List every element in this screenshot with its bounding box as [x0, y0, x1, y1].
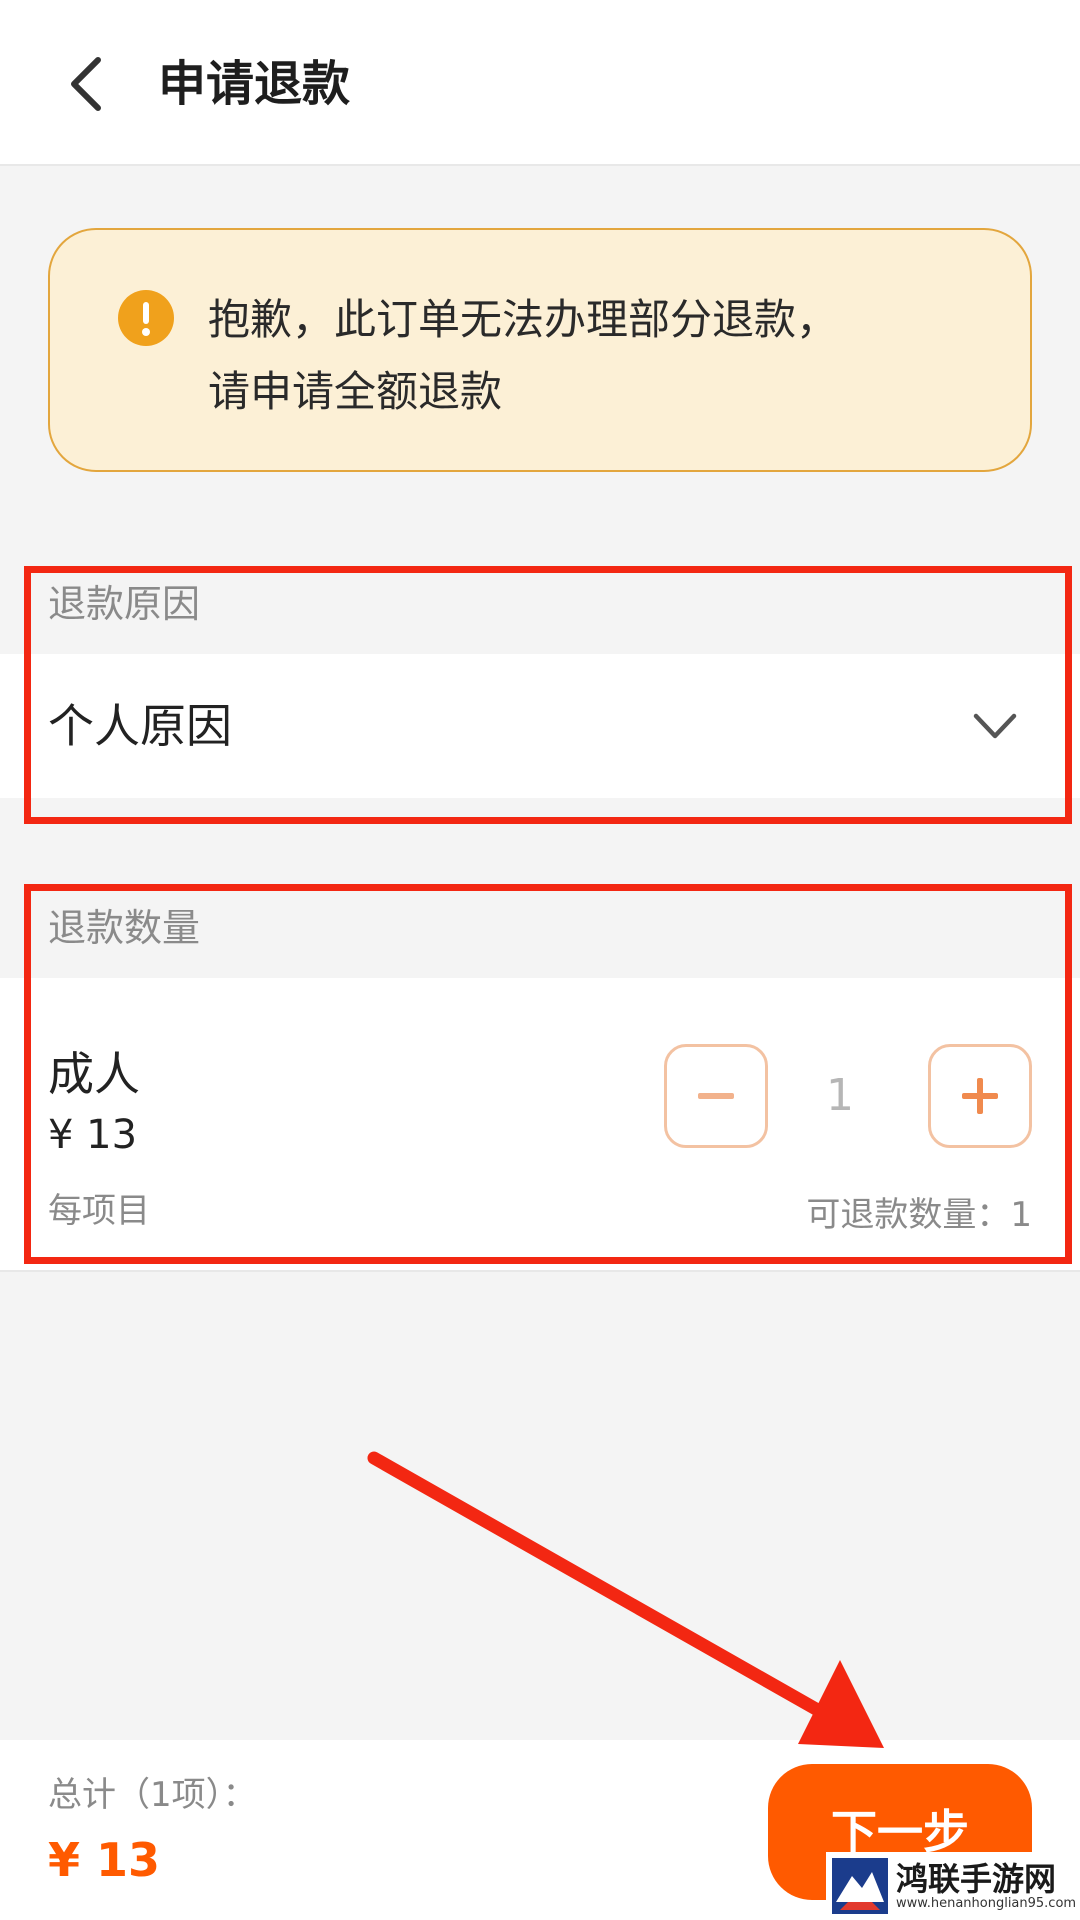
item-name: 成人 — [48, 1047, 140, 1101]
minus-icon — [698, 1093, 734, 1099]
watermark-name: 鸿联手游网 — [896, 1860, 1057, 1898]
refund-reason-value: 个人原因 — [48, 699, 232, 753]
refund-reason-label: 退款原因 — [48, 582, 201, 626]
watermark-url: www.henanhonglian95.com — [896, 1896, 1077, 1911]
refund-quantity-label: 退款数量 — [48, 906, 201, 950]
page-title: 申请退款 — [158, 56, 351, 112]
refund-reason-select[interactable]: 个人原因 — [0, 654, 1080, 798]
item-price: ¥ 13 — [48, 1112, 138, 1158]
quantity-value: 1 — [826, 1070, 854, 1121]
refund-quantity-card: 成人 ¥ 13 每项目 1 可退款数量：1 — [0, 978, 1080, 1272]
site-watermark: 鸿联手游网 www.henanhonglian95.com — [826, 1852, 1080, 1920]
warning-message: 抱歉，此订单无法办理部分退款， 请申请全额退款 — [208, 284, 988, 428]
warning-line-1: 抱歉，此订单无法办理部分退款， — [208, 295, 839, 344]
watermark-logo-icon — [832, 1858, 888, 1914]
item-unit: 每项目 — [48, 1191, 150, 1231]
header-bar: 申请退款 — [0, 0, 1080, 166]
plus-icon — [962, 1078, 998, 1114]
warning-line-2: 请申请全额退款 — [208, 367, 503, 416]
exclamation-circle-icon — [118, 290, 174, 346]
decrease-quantity-button[interactable] — [664, 1044, 768, 1148]
back-button[interactable] — [56, 52, 116, 116]
warning-banner: 抱歉，此订单无法办理部分退款， 请申请全额退款 — [48, 228, 1032, 472]
increase-quantity-button[interactable] — [928, 1044, 1032, 1148]
chevron-down-icon — [973, 713, 1017, 739]
total-amount: ¥ 13 — [48, 1833, 161, 1887]
refundable-quantity: 可退款数量：1 — [806, 1195, 1032, 1235]
total-label: 总计（1项）： — [48, 1775, 257, 1815]
chevron-left-icon — [71, 57, 101, 111]
